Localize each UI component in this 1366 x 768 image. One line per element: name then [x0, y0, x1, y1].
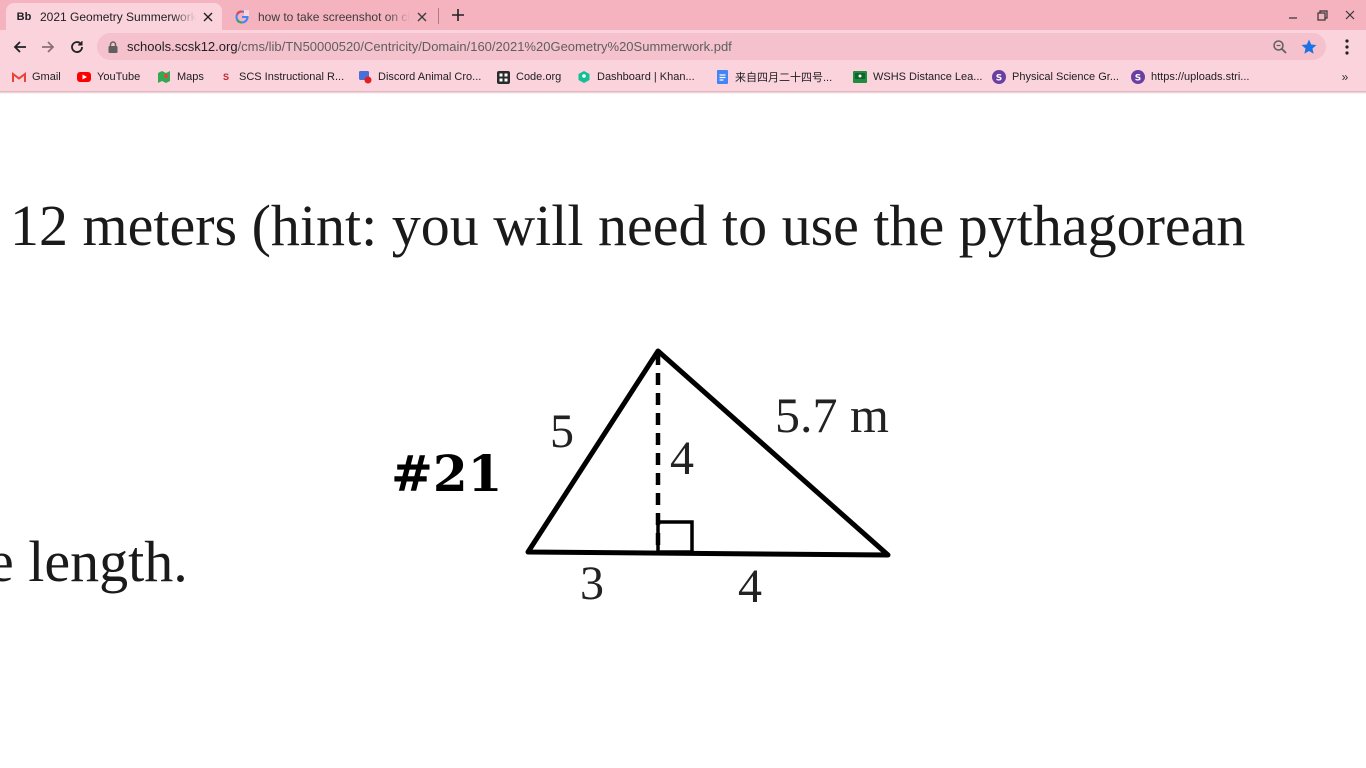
address-bar[interactable]: schools.scsk12.org/cms/lib/TN50000520/Ce… [97, 33, 1326, 60]
tab-separator [438, 8, 439, 24]
bookmark-wshs[interactable]: WSHS Distance Lea... [853, 68, 982, 86]
bookmark-label: Code.org [516, 71, 562, 83]
tab-title: 2021 Geometry Summerwork.pdf [40, 9, 196, 24]
close-tab-icon[interactable] [200, 9, 216, 25]
lock-icon[interactable] [107, 40, 119, 54]
forward-arrow-icon [42, 41, 55, 53]
url-host: schools.scsk12.org [127, 39, 238, 54]
codeorg-icon [496, 70, 510, 84]
right-side-label: 5.7 m [775, 387, 889, 443]
minimize-button[interactable] [1283, 6, 1303, 24]
blackboard-icon: Bb [16, 10, 32, 23]
tab-geometry-summerwork[interactable]: Bb 2021 Geometry Summerwork.pdf [6, 3, 222, 30]
svg-text:S: S [996, 74, 1002, 84]
base-left-label: 3 [580, 557, 604, 610]
back-button[interactable] [9, 36, 31, 58]
bookmark-google-doc[interactable]: 来自四月二十四号... [715, 68, 832, 86]
bookmark-label: https://uploads.stri... [1151, 71, 1250, 83]
khan-icon [577, 70, 591, 84]
bookmark-scs-instructional[interactable]: S SCS Instructional R... [219, 68, 344, 86]
discord-icon [358, 70, 372, 84]
classroom-icon [853, 70, 867, 84]
tab-strip: Bb 2021 Geometry Summerwork.pdf how to t… [0, 0, 1366, 30]
zoom-icon[interactable] [1272, 39, 1288, 55]
tab-screenshot-search[interactable]: how to take screenshot on chrome [224, 3, 436, 30]
bookmark-label: SCS Instructional R... [239, 71, 345, 83]
bookmark-physical-science[interactable]: S Physical Science Gr... [992, 68, 1119, 86]
back-arrow-icon [13, 41, 26, 53]
url-path: /cms/lib/TN50000520/Centricity/Domain/16… [237, 39, 732, 54]
bookmark-label: Discord Animal Cro... [378, 71, 482, 83]
base-right-label: 4 [738, 560, 762, 613]
maps-icon [157, 70, 171, 84]
google-icon [234, 9, 250, 25]
gmail-icon [12, 70, 26, 84]
bookmark-uploads[interactable]: S https://uploads.stri... [1131, 68, 1249, 86]
scs-icon: S [222, 72, 229, 82]
close-tab-icon[interactable] [414, 9, 430, 25]
browser-menu-button[interactable] [1338, 37, 1356, 57]
triangle-figure: 5 4 5.7 m 3 4 [525, 348, 891, 613]
restore-button[interactable] [1312, 6, 1332, 24]
docs-icon [715, 70, 729, 84]
url-text: schools.scsk12.org/cms/lib/TN50000520/Ce… [127, 39, 732, 54]
bookmarks-bar: Gmail YouTube Maps S SCS Instructional R… [0, 63, 1366, 91]
problem-text-line: e length. [0, 529, 188, 594]
triangle-outline [525, 348, 891, 558]
bookmark-codeorg[interactable]: Code.org [496, 68, 561, 86]
bookmark-discord[interactable]: Discord Animal Cro... [358, 68, 481, 86]
schoology-icon: S [992, 70, 1006, 84]
bookmark-label: WSHS Distance Lea... [873, 71, 983, 83]
close-window-button[interactable] [1340, 6, 1360, 24]
bookmark-label: Gmail [32, 71, 61, 83]
new-tab-button[interactable] [448, 5, 468, 25]
bookmark-label: YouTube [97, 71, 141, 83]
tab-title: how to take screenshot on chrome [258, 9, 410, 24]
reload-button[interactable] [66, 36, 88, 58]
right-angle-marker [656, 520, 694, 554]
bookmark-label: 来自四月二十四号... [735, 72, 833, 84]
problem-number: #21 [391, 444, 503, 503]
height-label: 4 [670, 432, 694, 485]
bookmarks-overflow-chevron-icon[interactable]: » [1338, 70, 1352, 84]
svg-text:S: S [1135, 74, 1141, 84]
bookmark-star-icon[interactable] [1300, 38, 1318, 56]
pdf-viewer[interactable]: 12 meters (hint: you will need to use th… [0, 94, 1366, 768]
bookmark-label: Maps [177, 71, 204, 83]
browser-toolbar: schools.scsk12.org/cms/lib/TN50000520/Ce… [0, 30, 1366, 63]
bookmark-khan[interactable]: Dashboard | Khan... [577, 68, 695, 86]
youtube-icon [77, 70, 91, 84]
schoology-icon: S [1131, 70, 1145, 84]
left-side-label: 5 [550, 405, 574, 458]
bookmark-label: Dashboard | Khan... [597, 71, 695, 83]
bookmark-label: Physical Science Gr... [1012, 71, 1119, 83]
kebab-menu-icon [1345, 39, 1349, 55]
bookmark-maps[interactable]: Maps [157, 68, 204, 86]
problem-text-line: 12 meters (hint: you will need to use th… [10, 193, 1246, 258]
bookmark-gmail[interactable]: Gmail [12, 68, 61, 86]
reload-icon [71, 41, 83, 53]
forward-button[interactable] [37, 36, 59, 58]
bookmark-youtube[interactable]: YouTube [77, 68, 140, 86]
